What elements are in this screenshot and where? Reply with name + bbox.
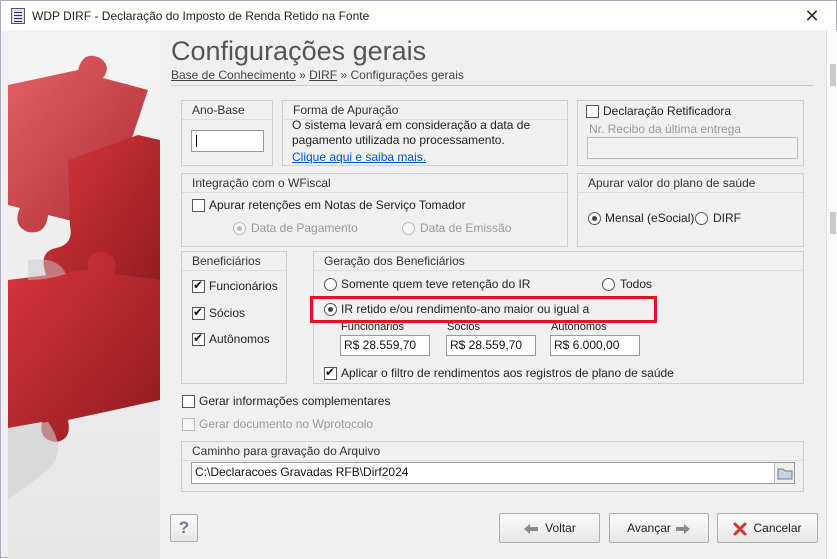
- voltar-label: Voltar: [545, 521, 576, 535]
- scroll-mark: [830, 64, 836, 86]
- ano-base-title: Ano-Base: [192, 103, 245, 117]
- funcionarios-checkbox[interactable]: [192, 278, 205, 293]
- retificadora-label: Declaração Retificadora: [603, 104, 732, 118]
- caminho-title: Caminho para gravação do Arquivo: [192, 444, 381, 458]
- arrow-right-icon: [675, 523, 690, 534]
- data-pagamento-radio[interactable]: [233, 222, 246, 235]
- informacoes-complementares-checkbox[interactable]: [182, 395, 195, 408]
- socios-valor-label: Sócios: [447, 321, 481, 333]
- plano-saude-group: Apurar valor do plano de saúde Mensal (e…: [577, 173, 804, 247]
- dirf-radio[interactable]: [695, 212, 708, 225]
- dirf-window: WDP DIRF - Declaração do Imposto de Rend…: [0, 0, 837, 559]
- somente-retencao-radio[interactable]: [324, 278, 337, 291]
- scrollbar-edge[interactable]: [826, 30, 837, 559]
- forma-apuracao-text-2: pagamento utilizada no processamento.: [292, 133, 505, 147]
- scroll-mark: [830, 212, 836, 234]
- caminho-group: Caminho para gravação do Arquivo C:\Decl…: [181, 441, 804, 492]
- wprotocolo-checkbox[interactable]: [182, 418, 195, 431]
- recibo-label: Nr. Recibo da última entrega: [589, 122, 742, 136]
- arrow-left-icon: [524, 523, 539, 534]
- text-caret: [196, 135, 197, 147]
- funcionarios-valor-input[interactable]: R$ 28.559,70: [340, 335, 430, 356]
- apurar-retencoes-checkbox[interactable]: [192, 199, 205, 212]
- socios-checkbox[interactable]: [192, 305, 205, 320]
- breadcrumb-current: Configurações gerais: [350, 68, 464, 82]
- group-divider: [182, 460, 803, 461]
- help-button[interactable]: ?: [170, 514, 198, 542]
- informacoes-complementares-label: Gerar informações complementares: [199, 394, 391, 408]
- header-divider: [171, 85, 813, 86]
- ano-base-group: Ano-Base: [181, 100, 273, 166]
- autonomos-valor-label: Autônomos: [551, 321, 607, 333]
- funcionarios-label: Funcionários: [209, 279, 278, 293]
- data-emissao-radio[interactable]: [402, 222, 415, 235]
- x-cancel-icon: [733, 522, 747, 536]
- filtro-plano-saude-checkbox[interactable]: [324, 365, 337, 380]
- wfiscal-title: Integração com o WFiscal: [192, 176, 331, 190]
- autonomos-checkbox[interactable]: [192, 331, 205, 346]
- geracao-title: Geração dos Beneficiários: [324, 254, 465, 268]
- puzzle-illustration: [8, 30, 160, 559]
- folder-icon: [777, 468, 793, 480]
- recibo-input[interactable]: [587, 137, 798, 159]
- cancelar-button[interactable]: Cancelar: [717, 513, 818, 543]
- socios-valor-input[interactable]: R$ 28.559,70: [446, 335, 536, 356]
- breadcrumb: Base de Conhecimento » DIRF » Configuraç…: [171, 68, 464, 82]
- autonomos-valor-input[interactable]: R$ 6.000,00: [550, 335, 640, 356]
- forma-apuracao-text-1: O sistema levará em consideração a data …: [292, 118, 531, 132]
- avancar-label: Avançar: [627, 521, 671, 535]
- somente-retencao-label: Somente quem teve retenção do IR: [341, 277, 531, 291]
- data-pagamento-label: Data de Pagamento: [251, 221, 358, 235]
- window-title: WDP DIRF - Declaração do Imposto de Rend…: [32, 9, 370, 23]
- close-button[interactable]: ✕: [802, 6, 822, 26]
- funcionarios-valor-label: Funcionários: [341, 321, 404, 333]
- forma-apuracao-group: Forma de Apuração O sistema levará em co…: [282, 100, 568, 166]
- filtro-plano-saude-label: Aplicar o filtro de rendimentos aos regi…: [341, 366, 674, 380]
- caminho-input[interactable]: C:\Declaracoes Gravadas RFB\Dirf2024: [191, 462, 795, 484]
- puzzle-pieces-image: [8, 55, 160, 500]
- avancar-button[interactable]: Avançar: [609, 513, 709, 543]
- autonomos-label: Autônomos: [209, 332, 270, 346]
- ano-base-input[interactable]: [191, 130, 264, 152]
- forma-apuracao-title: Forma de Apuração: [293, 103, 399, 117]
- highlight-outline: [310, 296, 657, 323]
- todos-radio[interactable]: [602, 278, 615, 291]
- group-divider: [182, 119, 272, 120]
- breadcrumb-dirf[interactable]: DIRF: [309, 68, 337, 82]
- retificadora-group: Declaração Retificadora Nr. Recibo da úl…: [577, 100, 804, 166]
- group-divider: [182, 270, 286, 271]
- group-divider: [578, 192, 803, 193]
- beneficiarios-title: Beneficiários: [192, 254, 261, 268]
- mensal-esocial-label: Mensal (eSocial): [605, 211, 695, 225]
- breadcrumb-separator: »: [340, 68, 348, 82]
- cancelar-label: Cancelar: [753, 521, 802, 535]
- document-icon: [11, 8, 25, 24]
- voltar-button[interactable]: Voltar: [499, 513, 600, 543]
- page-title: Configurações gerais: [171, 36, 427, 66]
- data-emissao-label: Data de Emissão: [420, 221, 512, 235]
- saiba-mais-link[interactable]: Clique aqui e saiba mais.: [292, 150, 426, 164]
- apurar-retencoes-label: Apurar retenções em Notas de Serviço Tom…: [209, 198, 466, 212]
- todos-label: Todos: [620, 277, 653, 291]
- folder-browse-button[interactable]: [774, 463, 794, 483]
- breadcrumb-base-conhecimento[interactable]: Base de Conhecimento: [171, 68, 296, 82]
- group-divider: [314, 270, 803, 271]
- retificadora-checkbox[interactable]: [586, 105, 599, 118]
- plano-saude-title: Apurar valor do plano de saúde: [588, 176, 756, 190]
- main-content: Configurações gerais Base de Conheciment…: [160, 30, 826, 559]
- dirf-label: DIRF: [713, 211, 741, 225]
- mensal-esocial-radio[interactable]: [588, 212, 601, 225]
- wprotocolo-label: Gerar documento no Wprotocolo: [199, 417, 374, 431]
- wfiscal-group: Integração com o WFiscal Apurar retençõe…: [181, 173, 568, 247]
- title-bar: WDP DIRF - Declaração do Imposto de Rend…: [1, 1, 836, 31]
- beneficiarios-group: Beneficiários Funcionários Sócios Autôno…: [181, 251, 287, 384]
- breadcrumb-separator: »: [299, 68, 306, 82]
- group-divider: [182, 192, 567, 193]
- socios-label: Sócios: [209, 306, 246, 320]
